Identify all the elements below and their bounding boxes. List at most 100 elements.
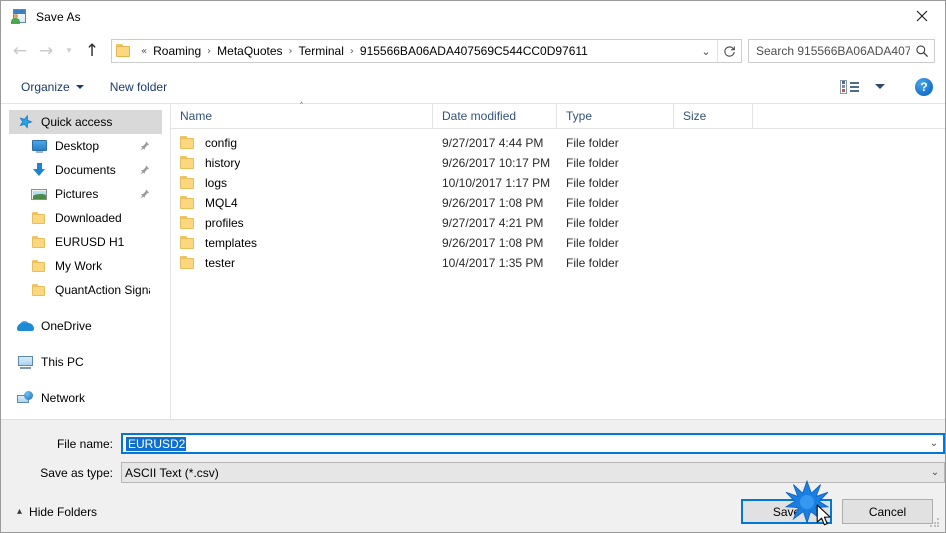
desktop-icon — [31, 138, 48, 154]
recent-locations-button[interactable]: ▾ — [59, 38, 79, 64]
file-rows: config 9/27/2017 4:44 PM File folder his… — [171, 129, 945, 419]
pin-icon[interactable] — [139, 188, 150, 200]
new-folder-button[interactable]: New folder — [104, 76, 173, 98]
column-header-label: Date modified — [442, 109, 517, 123]
file-type: File folder — [566, 236, 619, 250]
folder-icon — [31, 210, 48, 226]
sidebar-item-quantaction-signal[interactable]: QuantAction Signal — [9, 278, 162, 302]
file-type: File folder — [566, 216, 619, 230]
sidebar-item-pictures[interactable]: Pictures — [9, 182, 162, 206]
breadcrumb-item-metaquotes[interactable]: MetaQuotes — [215, 44, 284, 58]
table-row[interactable]: profiles 9/27/2017 4:21 PM File folder — [171, 213, 945, 233]
file-name-cell: history — [171, 156, 433, 170]
file-name: MQL4 — [205, 196, 238, 210]
chevron-down-icon: ▾ — [66, 46, 72, 56]
sidebar-item-this-pc[interactable]: This PC — [9, 350, 162, 374]
save-button-label: Save — [772, 504, 801, 519]
resize-grip-icon[interactable] — [930, 518, 941, 529]
sidebar-item-eurusd-h1[interactable]: EURUSD H1 — [9, 230, 162, 254]
chevron-down-icon — [75, 84, 84, 89]
chevron-down-icon[interactable] — [875, 84, 885, 89]
forward-button[interactable]: → — [33, 38, 59, 64]
save-as-app-icon — [11, 8, 27, 25]
file-date: 9/27/2017 4:21 PM — [442, 216, 544, 230]
breadcrumb-item-roaming[interactable]: Roaming — [151, 44, 203, 58]
table-row[interactable]: config 9/27/2017 4:44 PM File folder — [171, 133, 945, 153]
view-mode-button[interactable] — [834, 76, 891, 98]
sidebar-item-label: Desktop — [55, 139, 100, 153]
file-date: 9/26/2017 1:08 PM — [442, 236, 544, 250]
file-name-cell: templates — [171, 236, 433, 250]
chevron-down-icon: ⌄ — [929, 438, 939, 449]
pin-icon[interactable] — [139, 164, 150, 176]
sidebar-item-desktop[interactable]: Desktop — [9, 134, 162, 158]
file-name-dropdown-button[interactable]: ⌄ — [925, 435, 943, 452]
column-header-row: ˄ Name Date modified Type Size — [171, 102, 945, 129]
file-name-row: File name: EURUSD2 ⌄ — [1, 433, 945, 454]
sidebar-item-label: Downloaded — [55, 211, 122, 225]
search-input[interactable]: Search 915566BA06ADA40756... — [749, 44, 910, 58]
chevron-down-icon: ⌄ — [701, 44, 711, 58]
breadcrumb-item-guid[interactable]: 915566BA06ADA407569C544CC0D97611 — [358, 44, 590, 58]
save-button[interactable]: Save — [741, 499, 832, 524]
file-type: File folder — [566, 176, 619, 190]
search-box[interactable]: Search 915566BA06ADA40756... — [748, 39, 935, 63]
address-bar[interactable]: « Roaming › MetaQuotes › Terminal › 9155… — [111, 39, 742, 63]
save-as-type-value: ASCII Text (*.csv) — [125, 465, 219, 480]
organize-button[interactable]: Organize — [15, 76, 90, 98]
file-type: File folder — [566, 136, 619, 150]
file-name-value[interactable]: EURUSD2 — [123, 436, 925, 451]
up-button[interactable]: ↑ — [79, 38, 105, 64]
close-button[interactable] — [899, 1, 945, 31]
help-icon: ? — [920, 79, 928, 94]
onedrive-icon — [17, 318, 34, 334]
table-row[interactable]: history 9/26/2017 10:17 PM File folder — [171, 153, 945, 173]
network-icon — [17, 390, 34, 406]
sidebar-item-my-work[interactable]: My Work — [9, 254, 162, 278]
file-date: 10/10/2017 1:17 PM — [442, 176, 551, 190]
organize-label: Organize — [21, 79, 70, 94]
search-button[interactable] — [910, 44, 934, 58]
pin-icon[interactable] — [139, 140, 150, 152]
column-header-size[interactable]: Size — [674, 104, 753, 128]
save-as-type-label: Save as type: — [40, 465, 113, 480]
file-type: File folder — [566, 256, 619, 270]
column-header-name[interactable]: ˄ Name — [171, 102, 433, 128]
window-title: Save As — [36, 9, 81, 24]
save-as-type-dropdown-button[interactable]: ⌄ — [926, 463, 944, 482]
table-row[interactable]: logs 10/10/2017 1:17 PM File folder — [171, 173, 945, 193]
file-type: File folder — [566, 156, 619, 170]
folder-icon — [180, 156, 196, 170]
sidebar-item-downloaded[interactable]: Downloaded — [9, 206, 162, 230]
sidebar-item-network[interactable]: Network — [9, 386, 162, 410]
refresh-icon — [724, 45, 735, 57]
sidebar-item-label: Pictures — [55, 187, 99, 201]
refresh-button[interactable] — [717, 40, 741, 62]
save-as-type-select[interactable]: ASCII Text (*.csv) ⌄ — [121, 462, 945, 483]
back-button[interactable]: ← — [7, 38, 33, 64]
column-header-type[interactable]: Type — [557, 104, 674, 128]
sidebar-item-quick-access[interactable]: Quick access — [9, 110, 162, 134]
file-name-cell: logs — [171, 176, 433, 190]
hide-folders-button[interactable]: ▴ Hide Folders — [11, 505, 97, 519]
details-view-icon — [840, 79, 860, 94]
column-header-label: Name — [180, 109, 213, 123]
breadcrumb[interactable]: « Roaming › MetaQuotes › Terminal › 9155… — [112, 44, 695, 58]
sidebar-item-documents[interactable]: Documents — [9, 158, 162, 182]
breadcrumb-item-terminal[interactable]: Terminal — [297, 44, 346, 58]
file-name: logs — [205, 176, 228, 190]
table-row[interactable]: templates 9/26/2017 1:08 PM File folder — [171, 233, 945, 253]
up-arrow-icon: ↑ — [84, 40, 100, 61]
table-row[interactable]: tester 10/4/2017 1:35 PM File folder — [171, 253, 945, 273]
search-icon — [916, 45, 929, 58]
sidebar-item-onedrive[interactable]: OneDrive — [9, 314, 162, 338]
navigation-bar: ← → ▾ ↑ « Roaming › MetaQuotes › Termina… — [1, 32, 945, 70]
help-button[interactable]: ? — [915, 77, 933, 96]
column-header-date-modified[interactable]: Date modified — [433, 104, 557, 128]
file-name: templates — [205, 236, 258, 250]
file-name-input[interactable]: EURUSD2 ⌄ — [121, 433, 945, 454]
address-dropdown-button[interactable]: ⌄ — [695, 40, 717, 62]
table-row[interactable]: MQL4 9/26/2017 1:08 PM File folder — [171, 193, 945, 213]
cancel-button[interactable]: Cancel — [842, 499, 933, 524]
